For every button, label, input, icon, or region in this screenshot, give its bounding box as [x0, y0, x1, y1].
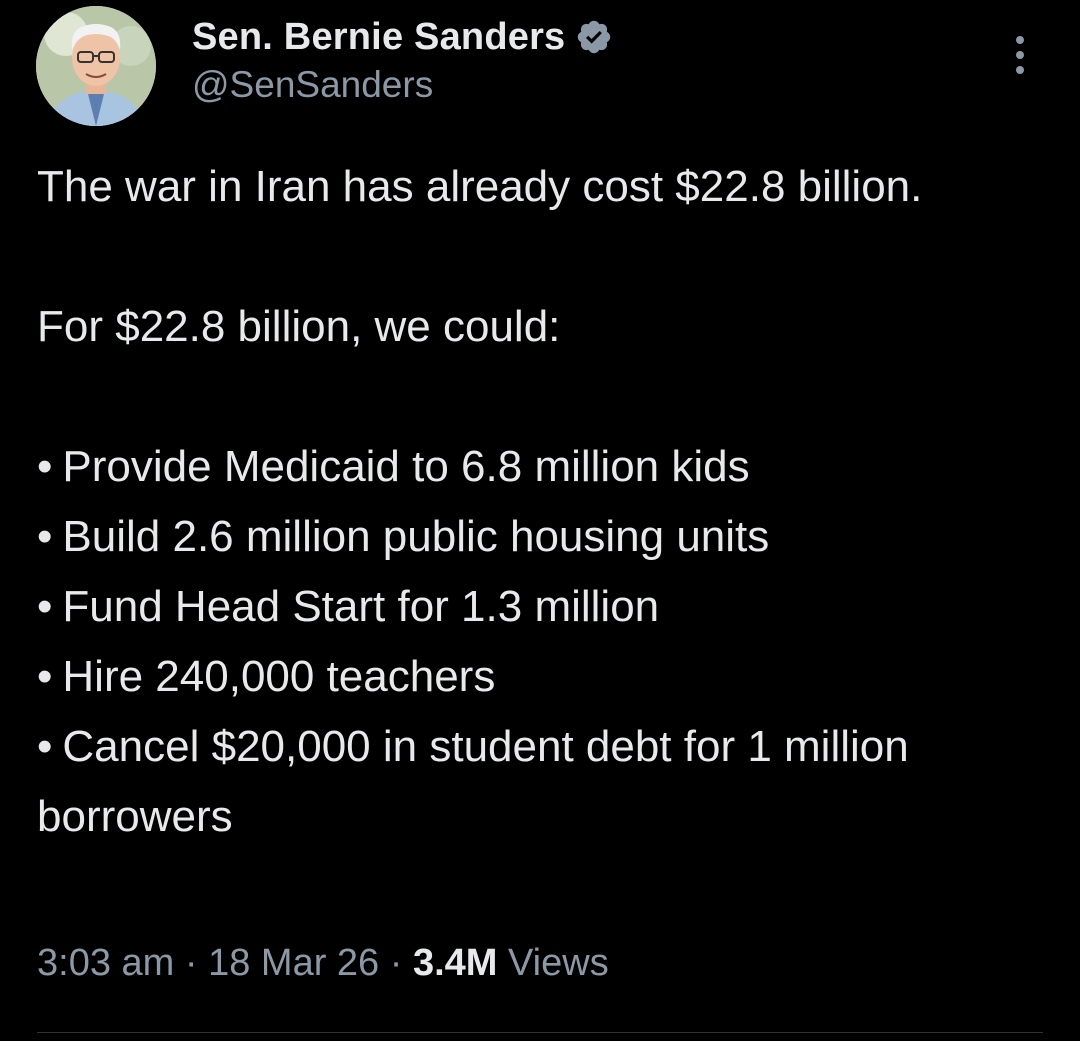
profile-photo [36, 6, 156, 126]
views-label: Views [508, 942, 609, 984]
tweet-text: The war in Iran has already cost $22.8 b… [37, 152, 1057, 852]
meta-separator: · [389, 942, 403, 984]
bullet-char: • [37, 722, 53, 771]
tweet-date[interactable]: 18 Mar 26 [208, 942, 379, 984]
handle[interactable]: @SenSanders [192, 64, 613, 106]
tweet-paragraph: For $22.8 billion, we could: [37, 302, 561, 351]
bullet-text: Build 2.6 million public housing units [62, 512, 770, 561]
avatar[interactable] [36, 6, 156, 126]
bullet-char: • [37, 582, 53, 631]
tweet: Sen. Bernie Sanders @SenSanders The war … [0, 0, 1080, 1041]
list-item: • Build 2.6 million public housing units [37, 502, 1057, 572]
display-name[interactable]: Sen. Bernie Sanders [192, 16, 565, 59]
tweet-paragraph: The war in Iran has already cost $22.8 b… [37, 162, 923, 211]
bullet-char: • [37, 512, 53, 561]
verified-badge-icon[interactable] [575, 18, 613, 56]
views-count[interactable]: 3.4M [413, 942, 497, 984]
name-row: Sen. Bernie Sanders [192, 12, 613, 62]
bullet-char: • [37, 442, 53, 491]
list-item: • Cancel $20,000 in student debt for 1 mi… [37, 712, 997, 852]
bullet-text: Hire 240,000 teachers [62, 652, 496, 701]
list-item: • Hire 240,000 teachers [37, 642, 1057, 712]
author-block: Sen. Bernie Sanders @SenSanders [192, 12, 613, 106]
bullet-text: Fund Head Start for 1.3 million [62, 582, 660, 631]
more-vertical-icon[interactable] [1004, 30, 1036, 80]
tweet-meta: 3:03 am · 18 Mar 26 · 3.4M Views [37, 942, 609, 985]
bullet-list: • Provide Medicaid to 6.8 million kids • B… [37, 432, 1057, 852]
tweet-time[interactable]: 3:03 am [37, 942, 174, 984]
list-item: • Provide Medicaid to 6.8 million kids [37, 432, 1057, 502]
list-item: • Fund Head Start for 1.3 million [37, 572, 1057, 642]
bullet-text: Cancel $20,000 in student debt for 1 mil… [37, 722, 909, 841]
bullet-text: Provide Medicaid to 6.8 million kids [62, 442, 750, 491]
meta-separator: · [184, 942, 198, 984]
bullet-char: • [37, 652, 53, 701]
divider [37, 1032, 1043, 1033]
